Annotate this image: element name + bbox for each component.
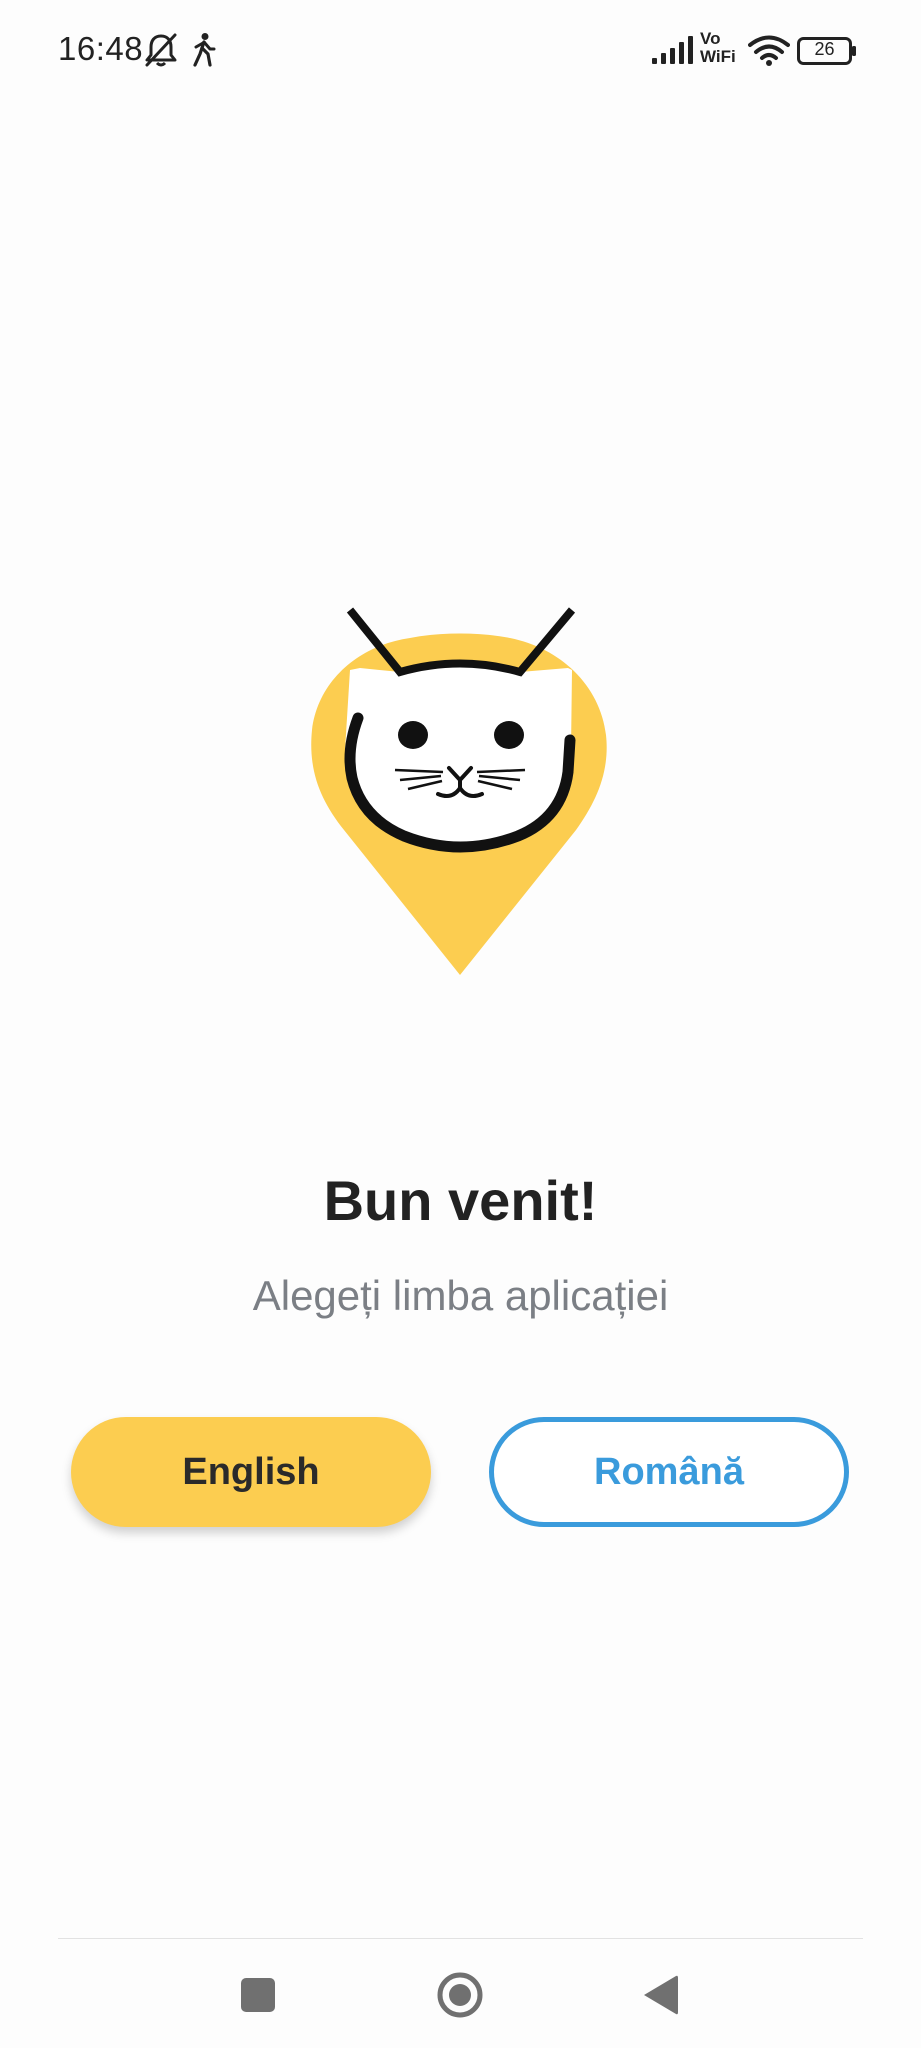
romana-button[interactable]: Română xyxy=(489,1417,849,1527)
vowifi-bottom-label: WiFi xyxy=(700,47,736,66)
welcome-subtitle: Alegeți limba aplicației xyxy=(252,1272,669,1319)
nav-divider xyxy=(58,1938,863,1939)
language-selection-screen: 16:48 Vo WiFi 26 Bun venit! Alegeți limb… xyxy=(0,0,921,2048)
recents-square-icon[interactable] xyxy=(228,1965,288,2025)
cat-map-pin-logo xyxy=(300,600,620,980)
back-triangle-icon[interactable] xyxy=(632,1965,692,2025)
status-bar: 16:48 Vo WiFi 26 xyxy=(0,0,921,100)
signal-icon xyxy=(652,36,694,69)
battery-level: 26 xyxy=(814,39,835,59)
bell-off-icon xyxy=(144,32,178,73)
english-button-label: English xyxy=(182,1450,320,1493)
vowifi-icon: Vo WiFi xyxy=(700,30,742,70)
wifi-icon xyxy=(748,34,790,71)
status-time: 16:48 xyxy=(58,30,144,67)
romana-button-label: Română xyxy=(594,1450,744,1493)
vowifi-top-label: Vo xyxy=(700,29,721,48)
battery-icon: 26 xyxy=(797,37,857,70)
welcome-title: Bun venit! xyxy=(323,1169,598,1232)
english-button[interactable]: English xyxy=(71,1417,431,1527)
walking-icon xyxy=(190,32,218,73)
home-circle-icon[interactable] xyxy=(430,1965,490,2025)
